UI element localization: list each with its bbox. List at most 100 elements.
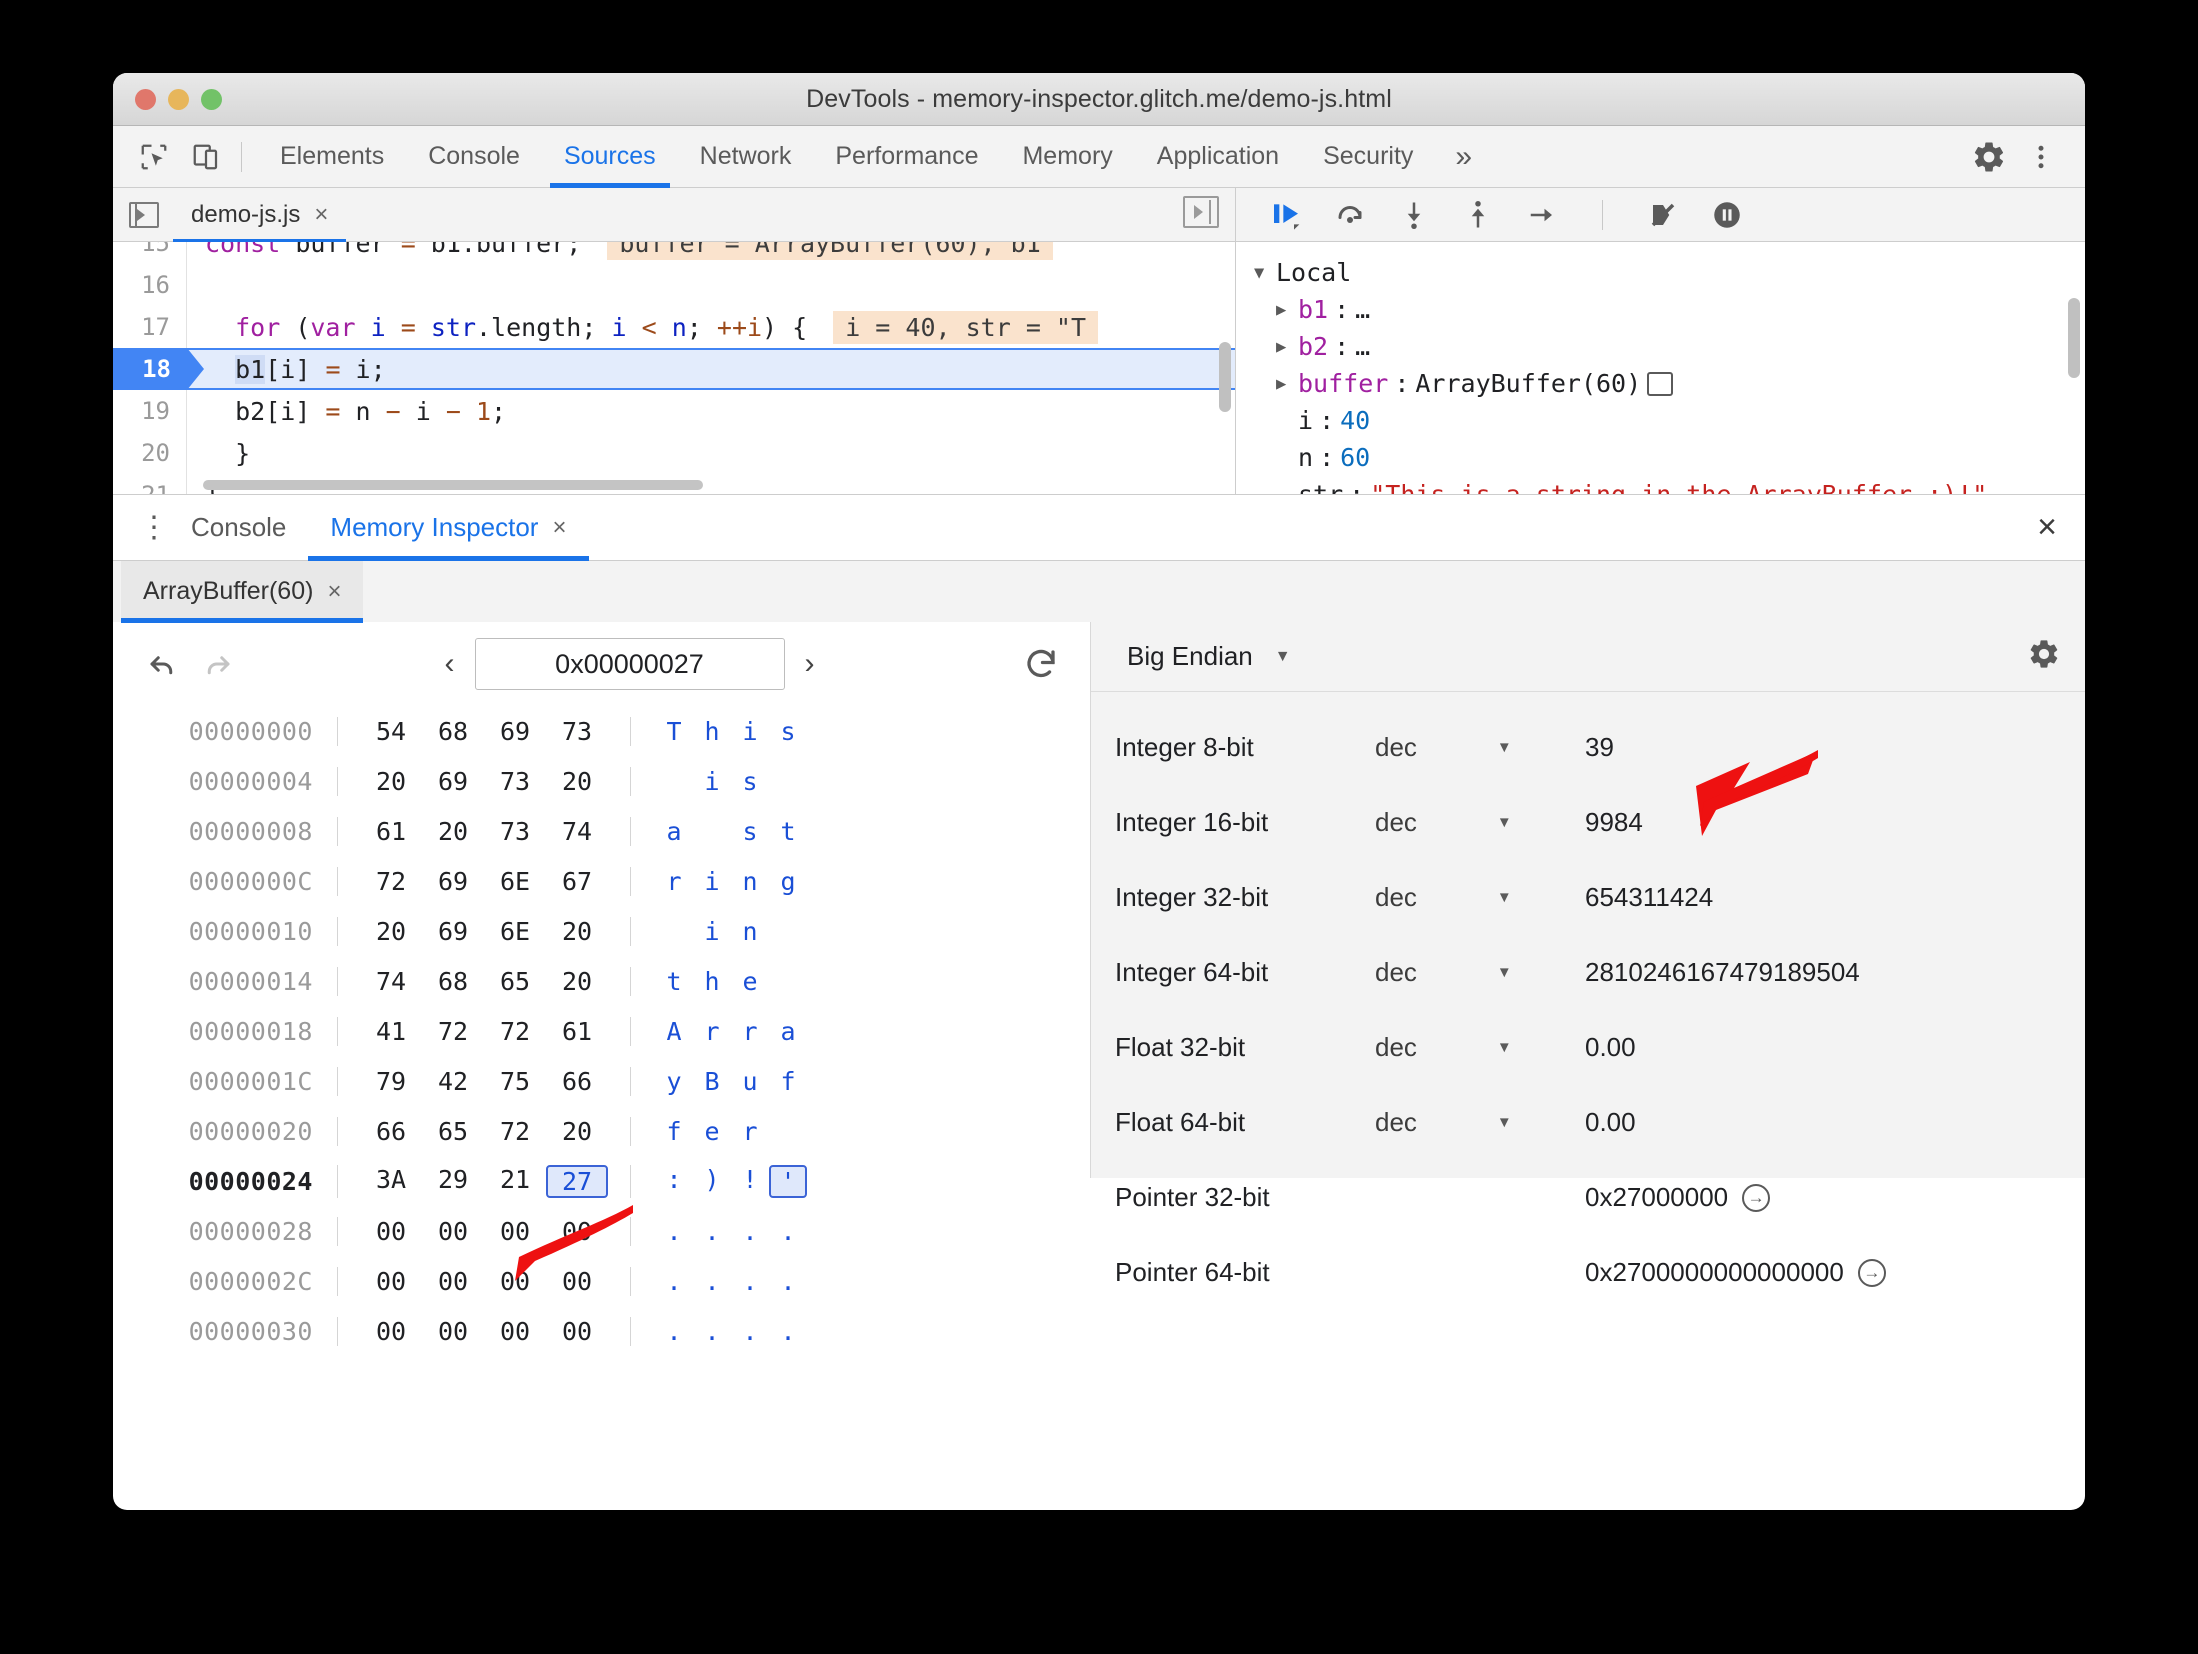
inspect-element-icon[interactable] bbox=[135, 138, 173, 176]
hex-byte[interactable]: 79 bbox=[360, 1067, 422, 1096]
step-into-icon[interactable] bbox=[1394, 195, 1434, 235]
ascii-char[interactable]: . bbox=[731, 1267, 769, 1296]
drawer-close-icon[interactable]: × bbox=[2037, 508, 2057, 547]
hex-byte[interactable]: 20 bbox=[360, 767, 422, 796]
hex-row[interactable]: 00000020 66 65 72 20 f e r bbox=[123, 1106, 1090, 1156]
ascii-char-selected[interactable]: ' bbox=[769, 1164, 807, 1198]
ascii-char[interactable]: s bbox=[769, 717, 807, 746]
chevron-right-icon[interactable]: ▶ bbox=[1276, 300, 1298, 320]
previous-address-button[interactable]: ‹ bbox=[437, 647, 463, 681]
memory-inspector-icon[interactable] bbox=[1647, 371, 1674, 396]
hex-byte[interactable]: 00 bbox=[546, 1217, 608, 1246]
jump-to-address-icon[interactable]: → bbox=[1742, 1183, 1771, 1212]
hex-byte[interactable]: 20 bbox=[546, 917, 608, 946]
ascii-char[interactable]: h bbox=[693, 967, 731, 996]
hex-byte[interactable]: 61 bbox=[546, 1017, 608, 1046]
hex-byte[interactable]: 74 bbox=[546, 817, 608, 846]
step-icon[interactable] bbox=[1522, 195, 1562, 235]
devtools-menu-icon[interactable] bbox=[2019, 135, 2063, 179]
settings-gear-icon[interactable] bbox=[1967, 135, 2011, 179]
tab-console[interactable]: Console bbox=[406, 126, 542, 188]
window-controls[interactable] bbox=[135, 88, 222, 110]
step-out-icon[interactable] bbox=[1458, 195, 1498, 235]
ascii-char[interactable]: h bbox=[693, 717, 731, 746]
scope-row-buffer[interactable]: ▶ buffer: ArrayBuffer(60) bbox=[1254, 365, 2085, 402]
hex-byte[interactable]: 69 bbox=[422, 917, 484, 946]
hex-byte[interactable]: 00 bbox=[422, 1317, 484, 1346]
scope-row-i[interactable]: i: 40 bbox=[1254, 402, 2085, 439]
jump-to-address-icon[interactable]: → bbox=[1857, 1258, 1886, 1287]
hex-byte[interactable]: 68 bbox=[422, 717, 484, 746]
chevron-down-icon[interactable]: ▼ bbox=[1275, 648, 1291, 666]
drawer-tab-memory-inspector[interactable]: Memory Inspector × bbox=[308, 495, 589, 561]
ascii-char[interactable]: a bbox=[769, 1017, 807, 1046]
ascii-char[interactable]: B bbox=[693, 1067, 731, 1096]
hex-byte[interactable]: 00 bbox=[360, 1317, 422, 1346]
deactivate-breakpoints-icon[interactable] bbox=[1643, 195, 1683, 235]
ascii-char[interactable]: i bbox=[731, 717, 769, 746]
tab-memory[interactable]: Memory bbox=[1000, 126, 1134, 188]
chevron-right-icon[interactable]: ▶ bbox=[1276, 374, 1298, 394]
hex-byte[interactable]: 00 bbox=[546, 1267, 608, 1296]
ascii-char[interactable]: . bbox=[693, 1217, 731, 1246]
value-mode-select[interactable]: dec ▼ bbox=[1375, 957, 1585, 988]
ascii-char[interactable]: r bbox=[693, 1017, 731, 1046]
hex-byte[interactable]: 20 bbox=[546, 967, 608, 996]
value-mode-select[interactable]: dec ▼ bbox=[1375, 732, 1585, 763]
hex-byte[interactable]: 29 bbox=[422, 1165, 484, 1198]
tab-security[interactable]: Security bbox=[1301, 126, 1435, 188]
ascii-char[interactable] bbox=[769, 967, 807, 996]
ascii-char[interactable] bbox=[693, 817, 731, 846]
hex-byte[interactable]: 00 bbox=[360, 1217, 422, 1246]
device-toolbar-icon[interactable] bbox=[187, 138, 225, 176]
chevron-down-icon[interactable]: ▼ bbox=[1497, 1114, 1512, 1131]
ascii-char[interactable]: A bbox=[655, 1017, 693, 1046]
hex-byte[interactable]: 00 bbox=[484, 1267, 546, 1296]
hex-byte[interactable]: 75 bbox=[484, 1067, 546, 1096]
hex-byte[interactable]: 3A bbox=[360, 1165, 422, 1198]
scope-row-b1[interactable]: ▶ b1: … bbox=[1254, 291, 2085, 328]
redo-icon[interactable] bbox=[195, 641, 241, 687]
file-tab-demo-js[interactable]: demo-js.js × bbox=[173, 188, 347, 243]
ascii-char[interactable]: . bbox=[655, 1267, 693, 1296]
close-window-button[interactable] bbox=[135, 88, 156, 110]
address-input[interactable]: 0x00000027 bbox=[474, 638, 785, 690]
value-mode-select[interactable]: dec ▼ bbox=[1375, 882, 1585, 913]
endianness-select[interactable]: Big Endian bbox=[1127, 641, 1253, 672]
close-icon[interactable]: × bbox=[327, 578, 341, 606]
hex-byte[interactable]: 6E bbox=[484, 867, 546, 896]
close-icon[interactable]: × bbox=[552, 514, 566, 542]
hex-byte[interactable]: 73 bbox=[484, 817, 546, 846]
ascii-char[interactable]: . bbox=[693, 1317, 731, 1346]
chevron-down-icon[interactable]: ▼ bbox=[1497, 814, 1512, 831]
hex-byte[interactable]: 00 bbox=[484, 1317, 546, 1346]
ascii-char[interactable]: : bbox=[655, 1165, 693, 1198]
code-editor[interactable]: 15 const buffer = b1.buffer; buffer = Arr… bbox=[113, 242, 1235, 494]
hex-byte[interactable]: 00 bbox=[360, 1267, 422, 1296]
chevron-right-icon[interactable]: ▶ bbox=[1276, 337, 1298, 357]
hex-byte[interactable]: 65 bbox=[422, 1117, 484, 1146]
ascii-char[interactable]: r bbox=[731, 1017, 769, 1046]
hex-byte[interactable]: 20 bbox=[360, 917, 422, 946]
ascii-char[interactable]: t bbox=[655, 967, 693, 996]
chevron-down-icon[interactable]: ▼ bbox=[1497, 739, 1512, 756]
ascii-char[interactable]: . bbox=[769, 1317, 807, 1346]
undo-icon[interactable] bbox=[139, 641, 185, 687]
ascii-char[interactable]: e bbox=[731, 967, 769, 996]
ascii-char[interactable]: a bbox=[655, 817, 693, 846]
hex-byte[interactable]: 73 bbox=[484, 767, 546, 796]
chevron-down-icon[interactable]: ▼ bbox=[1497, 964, 1512, 981]
drawer-tab-console[interactable]: Console bbox=[169, 495, 308, 561]
hex-row-current[interactable]: 00000024 3A 29 21 27 : ) ! ' bbox=[123, 1156, 1090, 1206]
hex-byte[interactable]: 20 bbox=[546, 767, 608, 796]
hex-row[interactable]: 00000030 00 00 00 00 . . . . bbox=[123, 1306, 1090, 1356]
hex-byte[interactable]: 72 bbox=[484, 1117, 546, 1146]
hex-byte[interactable]: 00 bbox=[422, 1267, 484, 1296]
ascii-char[interactable]: . bbox=[769, 1217, 807, 1246]
ascii-char[interactable]: g bbox=[769, 867, 807, 896]
hex-byte[interactable]: 42 bbox=[422, 1067, 484, 1096]
pause-on-exceptions-icon[interactable] bbox=[1707, 195, 1747, 235]
hex-row[interactable]: 00000018 41 72 72 61 A r r a bbox=[123, 1006, 1090, 1056]
ascii-char[interactable]: e bbox=[693, 1117, 731, 1146]
ascii-char[interactable]: T bbox=[655, 717, 693, 746]
